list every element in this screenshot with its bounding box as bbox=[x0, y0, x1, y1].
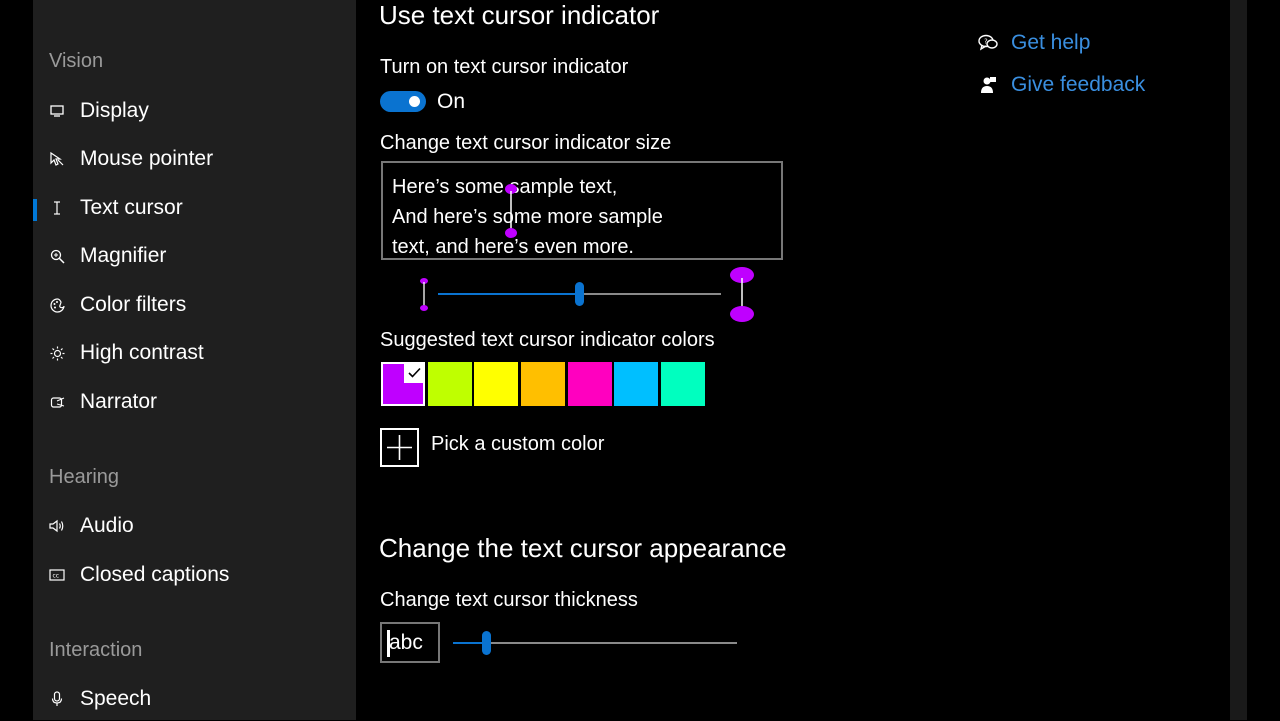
small-size-icon bbox=[420, 278, 428, 311]
indicator-size-slider-thumb[interactable] bbox=[575, 282, 584, 306]
sidebar-item-label: Audio bbox=[80, 514, 134, 537]
give-feedback-icon bbox=[978, 75, 998, 95]
indicator-size-slider-track[interactable] bbox=[579, 293, 721, 295]
get-help-icon: ? bbox=[978, 33, 998, 53]
sidebar-item-high-contrast[interactable]: High contrast bbox=[33, 331, 356, 375]
svg-text:cc: cc bbox=[53, 573, 60, 580]
sidebar-item-label: Closed captions bbox=[80, 563, 230, 586]
sidebar-item-mouse-pointer[interactable]: Mouse pointer bbox=[33, 137, 356, 181]
svg-text:?: ? bbox=[984, 38, 988, 46]
text-cursor-indicator-preview bbox=[505, 184, 517, 238]
sidebar-item-label: Speech bbox=[80, 687, 152, 710]
sidebar-item-speech[interactable]: Speech bbox=[33, 677, 356, 721]
sidebar-item-label: Mouse pointer bbox=[80, 147, 214, 170]
color-swatch[interactable] bbox=[474, 362, 519, 406]
pick-custom-color-button[interactable] bbox=[380, 428, 419, 467]
sidebar-item-label: Color filters bbox=[80, 293, 187, 316]
color-swatch[interactable] bbox=[567, 362, 612, 406]
thickness-label: Change text cursor thickness bbox=[380, 589, 638, 611]
sample-line: text, and here’s even more. bbox=[392, 236, 634, 258]
toggle-state-text: On bbox=[437, 90, 466, 113]
sidebar-item-label: Magnifier bbox=[80, 244, 167, 267]
narrator-icon bbox=[49, 394, 65, 410]
sidebar-item-text-cursor[interactable]: Text cursor bbox=[33, 186, 356, 230]
sidebar: Vision Display Mouse pointer Text cursor… bbox=[33, 0, 356, 720]
large-size-icon bbox=[730, 267, 754, 322]
pick-custom-color-label[interactable]: Pick a custom color bbox=[431, 433, 604, 456]
indicator-size-label: Change text cursor indicator size bbox=[380, 132, 672, 154]
get-help-link[interactable]: ? Get help bbox=[978, 31, 1090, 55]
closed-captions-icon: cc bbox=[49, 567, 65, 583]
thickness-slider-thumb[interactable] bbox=[482, 631, 491, 655]
display-icon bbox=[49, 103, 65, 119]
text-cursor-icon bbox=[49, 200, 65, 216]
sample-line: Here’s some sample text, bbox=[392, 176, 618, 198]
sidebar-item-label: Display bbox=[80, 99, 149, 122]
main-content bbox=[356, 0, 1230, 720]
sidebar-item-label: Text cursor bbox=[80, 196, 183, 219]
audio-icon bbox=[49, 518, 65, 534]
color-swatch[interactable] bbox=[427, 362, 472, 406]
give-feedback-link[interactable]: Give feedback bbox=[978, 73, 1145, 97]
microphone-icon bbox=[49, 691, 65, 707]
color-swatch[interactable] bbox=[381, 362, 425, 406]
section-header-interaction: Interaction bbox=[49, 639, 143, 661]
sidebar-item-display[interactable]: Display bbox=[33, 89, 356, 133]
color-swatch[interactable] bbox=[614, 362, 659, 406]
thickness-preview-text: abc bbox=[389, 631, 423, 654]
color-swatch[interactable] bbox=[661, 362, 706, 406]
thickness-slider-track[interactable] bbox=[485, 642, 737, 644]
give-feedback-text: Give feedback bbox=[1011, 73, 1146, 96]
plus-icon bbox=[387, 435, 412, 460]
sidebar-item-closed-captions[interactable]: cc Closed captions bbox=[33, 553, 356, 597]
sidebar-item-magnifier[interactable]: Magnifier bbox=[33, 234, 356, 278]
toggle-knob bbox=[409, 96, 420, 107]
active-indicator bbox=[33, 199, 37, 221]
section-header-hearing: Hearing bbox=[49, 466, 120, 488]
indicator-size-slider-fill bbox=[438, 293, 579, 295]
get-help-text: Get help bbox=[1011, 31, 1091, 54]
text-cursor-indicator-toggle[interactable] bbox=[380, 91, 426, 112]
sidebar-item-audio[interactable]: Audio bbox=[33, 504, 356, 548]
section-header-vision: Vision bbox=[49, 50, 104, 72]
section-title-text-cursor-indicator: Use text cursor indicator bbox=[379, 0, 660, 30]
suggested-colors-label: Suggested text cursor indicator colors bbox=[380, 329, 715, 351]
color-swatch[interactable] bbox=[521, 362, 566, 406]
sidebar-item-label: High contrast bbox=[80, 341, 204, 364]
sample-text-preview: Here’s some sample text, And here’s some… bbox=[381, 161, 783, 260]
toggle-label: Turn on text cursor indicator bbox=[380, 56, 629, 78]
mouse-pointer-icon bbox=[49, 151, 65, 167]
sidebar-item-label: Narrator bbox=[80, 390, 158, 413]
sidebar-item-narrator[interactable]: Narrator bbox=[33, 380, 356, 424]
window-right-edge bbox=[1247, 0, 1280, 720]
sidebar-item-color-filters[interactable]: Color filters bbox=[33, 283, 356, 327]
thickness-cursor-preview bbox=[387, 630, 390, 657]
section-title-cursor-appearance: Change the text cursor appearance bbox=[379, 533, 787, 563]
window-left-edge bbox=[0, 0, 33, 720]
color-filters-icon bbox=[49, 297, 65, 313]
checkmark-icon bbox=[404, 362, 425, 383]
color-swatches bbox=[381, 362, 708, 406]
thickness-slider-fill bbox=[453, 642, 485, 644]
window-right-border bbox=[1230, 0, 1247, 720]
sample-line: And here’s some more sample bbox=[392, 206, 663, 228]
high-contrast-icon bbox=[49, 345, 65, 361]
magnifier-icon bbox=[49, 248, 65, 264]
